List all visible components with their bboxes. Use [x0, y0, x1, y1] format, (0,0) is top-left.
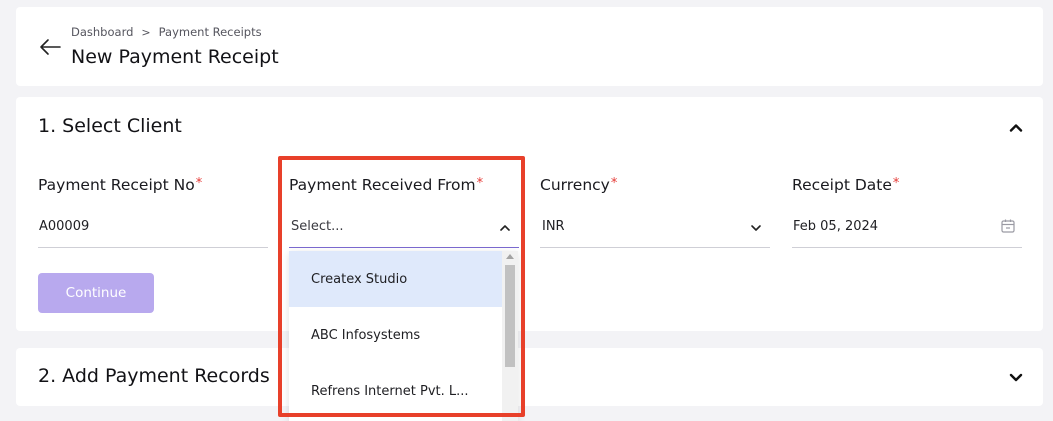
required-mark: *	[610, 176, 618, 191]
currency-label-text: Currency	[540, 176, 610, 194]
receipt-no-label-text: Payment Receipt No	[38, 176, 195, 194]
received-from-label: Payment Received From*	[289, 176, 483, 194]
chevron-right-icon: >	[141, 25, 151, 39]
required-mark: *	[892, 176, 900, 191]
breadcrumb: Dashboard > Payment Receipts	[71, 25, 262, 39]
breadcrumb-payment-receipts[interactable]: Payment Receipts	[159, 25, 262, 39]
scroll-up-icon[interactable]	[506, 254, 514, 259]
dropdown-option[interactable]: Createx Studio	[289, 251, 502, 307]
section-title-add-payment-records[interactable]: 2. Add Payment Records	[38, 365, 270, 387]
required-mark: *	[476, 176, 484, 191]
add-payment-records-section: 2. Add Payment Records	[16, 348, 1043, 406]
calendar-icon[interactable]	[1000, 218, 1016, 234]
receipt-date-label-text: Receipt Date	[792, 176, 892, 194]
receipt-no-field[interactable]: A00009	[38, 205, 268, 248]
dropdown-option[interactable]: Refrens Internet Pvt. L...	[289, 363, 502, 419]
dropdown-option[interactable]: ABC Infosystems	[289, 307, 502, 363]
scrollbar-thumb[interactable]	[505, 265, 515, 367]
section-title-select-client[interactable]: 1. Select Client	[38, 115, 182, 137]
currency-select[interactable]: INR	[540, 205, 770, 248]
breadcrumb-dashboard[interactable]: Dashboard	[71, 25, 133, 39]
currency-label: Currency*	[540, 176, 617, 194]
received-from-placeholder: Select...	[291, 219, 344, 234]
received-from-dropdown: Createx Studio ABC Infosystems Refrens I…	[289, 251, 518, 421]
chevron-up-icon[interactable]	[497, 220, 513, 236]
receipt-date-field[interactable]: Feb 05, 2024	[792, 205, 1022, 248]
select-client-section: 1. Select Client Payment Receipt No* A00…	[16, 97, 1043, 331]
received-from-select[interactable]: Select...	[289, 205, 519, 248]
chevron-down-icon[interactable]	[748, 220, 764, 236]
dropdown-scrollbar[interactable]	[502, 251, 518, 421]
receipt-no-label: Payment Receipt No*	[38, 176, 202, 194]
page-title: New Payment Receipt	[71, 46, 279, 68]
continue-button[interactable]: Continue	[38, 273, 154, 313]
chevron-up-icon[interactable]	[1007, 119, 1025, 137]
arrow-left-icon[interactable]	[38, 37, 62, 57]
currency-value: INR	[542, 219, 565, 234]
receipt-date-label: Receipt Date*	[792, 176, 899, 194]
receipt-no-value: A00009	[39, 219, 90, 234]
received-from-label-text: Payment Received From	[289, 176, 476, 194]
chevron-down-icon[interactable]	[1007, 368, 1025, 386]
header-card: Dashboard > Payment Receipts New Payment…	[16, 7, 1043, 86]
required-mark: *	[195, 176, 203, 191]
receipt-date-value: Feb 05, 2024	[793, 219, 879, 234]
